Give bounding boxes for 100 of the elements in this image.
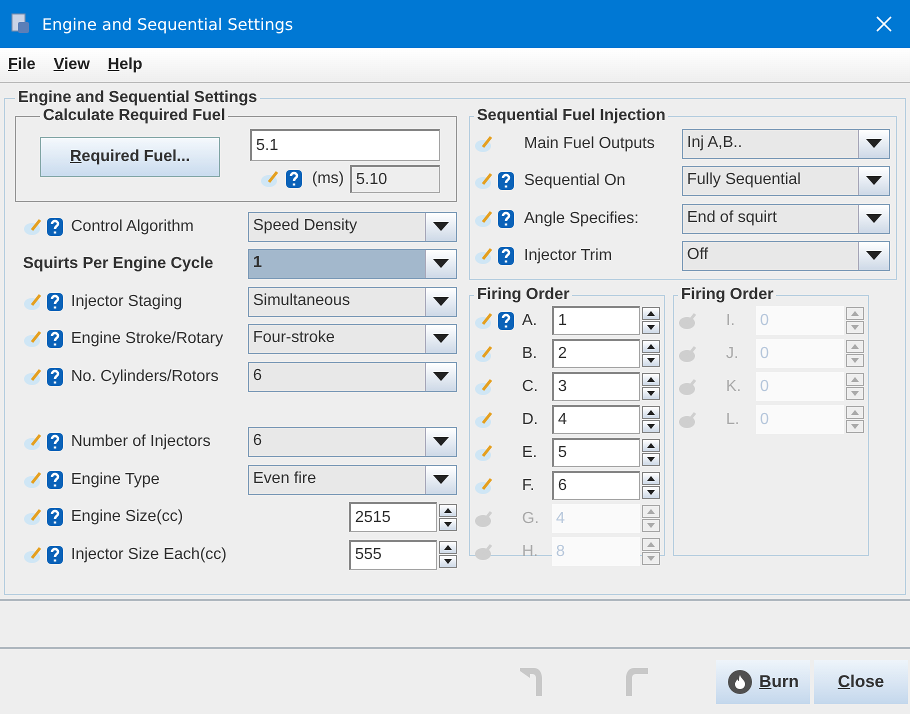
help-icon[interactable] bbox=[496, 246, 516, 266]
close-button[interactable]: Close bbox=[814, 660, 908, 704]
edit-icon[interactable] bbox=[474, 442, 494, 462]
caret-icon bbox=[866, 138, 882, 149]
setting-label: Injector Size Each(cc) bbox=[71, 546, 227, 564]
dropdown[interactable]: Even fire bbox=[248, 464, 457, 495]
edit-icon[interactable] bbox=[474, 476, 494, 496]
edit-icon[interactable] bbox=[474, 134, 494, 154]
caret-icon bbox=[433, 334, 449, 344]
spinner-buttons[interactable] bbox=[642, 472, 660, 499]
caret-icon bbox=[433, 296, 449, 307]
setting-label: Number of Injectors bbox=[71, 433, 211, 452]
dropdown[interactable]: Off bbox=[682, 241, 890, 272]
dropdown[interactable]: End of squirt bbox=[682, 204, 890, 234]
cylinder-label: G. bbox=[522, 510, 540, 528]
cylinder-label: H. bbox=[522, 542, 539, 560]
dropdown[interactable]: Speed Density bbox=[248, 212, 457, 242]
setting-label: No. Cylinders/Rotors bbox=[71, 368, 219, 386]
spinner-buttons[interactable] bbox=[439, 504, 457, 531]
setting-label: Main Fuel Outputs bbox=[524, 134, 655, 153]
dropdown[interactable]: 1 bbox=[248, 249, 457, 280]
bubble-icon bbox=[678, 376, 698, 396]
spinner-buttons[interactable] bbox=[642, 307, 660, 334]
caret-icon bbox=[433, 437, 449, 448]
edit-icon[interactable] bbox=[474, 376, 494, 396]
caret-icon bbox=[866, 251, 882, 262]
spinner-buttons[interactable] bbox=[642, 373, 660, 400]
setting-label: Squirts Per Engine Cycle bbox=[23, 255, 214, 274]
cylinder-label: E. bbox=[522, 444, 538, 462]
setting-label: Engine Stroke/Rotary bbox=[71, 330, 224, 348]
number-field[interactable]: 4 bbox=[552, 405, 640, 434]
window-title: Engine and Sequential Settings bbox=[42, 14, 294, 34]
menu-item[interactable]: View bbox=[54, 56, 90, 74]
cylinder-label: J. bbox=[726, 344, 740, 362]
number-field[interactable]: 2 bbox=[552, 339, 640, 368]
caret-icon bbox=[433, 259, 449, 270]
caret-icon bbox=[433, 474, 449, 485]
group-title: Firing Order bbox=[680, 286, 774, 304]
help-icon[interactable] bbox=[45, 292, 65, 312]
help-icon[interactable] bbox=[45, 216, 65, 237]
number-field[interactable]: 6 bbox=[552, 471, 640, 500]
bubble-icon bbox=[474, 542, 494, 562]
help-icon[interactable] bbox=[496, 310, 516, 330]
menu-item[interactable]: Help bbox=[108, 56, 142, 74]
cylinder-label: I. bbox=[726, 312, 736, 330]
number-field[interactable]: 2515 bbox=[349, 502, 437, 532]
number-field[interactable]: 1 bbox=[552, 306, 640, 335]
dropdown[interactable]: 6 bbox=[248, 427, 457, 458]
edit-icon[interactable] bbox=[474, 410, 494, 430]
cylinder-label: C. bbox=[522, 378, 539, 396]
cylinder-label: K. bbox=[726, 378, 742, 396]
close-icon[interactable] bbox=[876, 16, 892, 32]
unit-label: (ms) bbox=[312, 170, 344, 188]
setting-label: Injector Trim bbox=[524, 247, 612, 266]
caret-icon bbox=[433, 372, 449, 382]
help-icon[interactable] bbox=[496, 171, 516, 192]
bubble-icon bbox=[678, 344, 698, 364]
setting-label: Control Algorithm bbox=[71, 218, 194, 236]
spinner-buttons[interactable] bbox=[642, 406, 660, 433]
burn-button[interactable]: Burn bbox=[716, 660, 810, 704]
caret-icon bbox=[866, 176, 882, 186]
cylinder-label: L. bbox=[726, 410, 740, 428]
help-icon[interactable] bbox=[45, 432, 65, 452]
bubble-icon bbox=[678, 310, 698, 330]
required-fuel-result[interactable]: 5.10 bbox=[350, 165, 440, 193]
dropdown[interactable]: Inj A,B.. bbox=[682, 128, 890, 159]
cylinder-label: D. bbox=[522, 410, 539, 428]
number-field[interactable]: 555 bbox=[349, 540, 437, 570]
setting-label: Angle Specifies: bbox=[524, 210, 639, 228]
required-fuel-button[interactable]: Required Fuel... bbox=[40, 137, 220, 177]
help-icon[interactable] bbox=[45, 366, 65, 387]
bubble-icon bbox=[678, 410, 698, 430]
dropdown[interactable]: 6 bbox=[248, 362, 457, 392]
number-field[interactable]: 5 bbox=[552, 438, 640, 467]
dropdown[interactable]: Fully Sequential bbox=[682, 166, 890, 196]
required-fuel-field[interactable]: 5.1 bbox=[250, 129, 440, 161]
spinner-buttons[interactable] bbox=[439, 541, 457, 568]
cylinder-label: A. bbox=[522, 312, 538, 330]
help-icon[interactable] bbox=[496, 208, 516, 229]
setting-label: Injector Staging bbox=[71, 292, 182, 311]
spinner-buttons[interactable] bbox=[642, 340, 660, 367]
bubble-icon bbox=[474, 508, 494, 528]
cylinder-label: F. bbox=[522, 476, 536, 494]
app-icon bbox=[10, 13, 32, 35]
help-icon[interactable] bbox=[284, 169, 304, 189]
help-icon[interactable] bbox=[45, 470, 65, 490]
dropdown[interactable]: Simultaneous bbox=[248, 286, 457, 317]
group-title: Firing Order bbox=[476, 286, 570, 304]
help-icon[interactable] bbox=[45, 329, 65, 350]
setting-label: Sequential On bbox=[524, 172, 626, 190]
spinner-buttons[interactable] bbox=[642, 439, 660, 466]
menu-item[interactable]: File bbox=[8, 56, 36, 74]
dropdown[interactable]: Four-stroke bbox=[248, 324, 457, 354]
number-field[interactable]: 3 bbox=[552, 372, 640, 401]
setting-label: Engine Size(cc) bbox=[71, 508, 184, 526]
group-title: Sequential Fuel Injection bbox=[476, 107, 666, 125]
help-icon[interactable] bbox=[45, 507, 65, 528]
edit-icon[interactable] bbox=[474, 344, 494, 364]
help-icon[interactable] bbox=[45, 544, 65, 565]
caret-icon bbox=[866, 214, 882, 224]
